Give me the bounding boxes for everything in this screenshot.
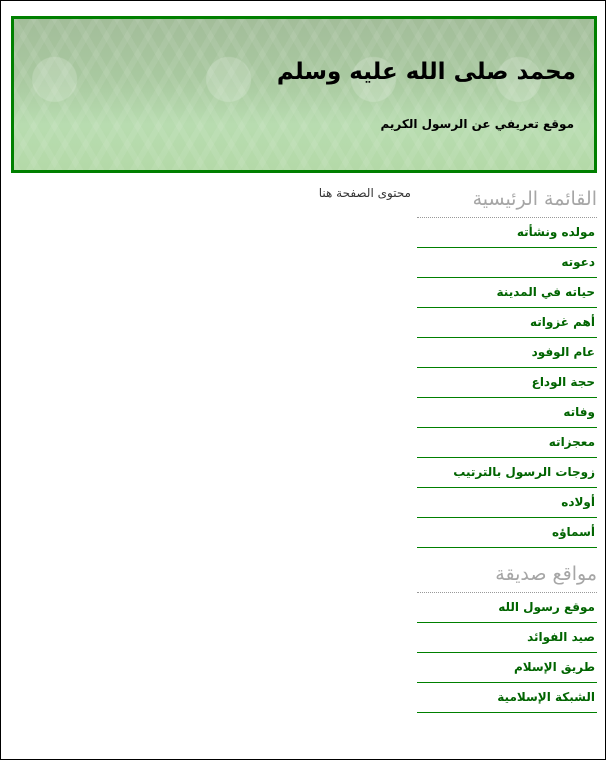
main-menu: مولده ونشأته دعوته حياته في المدينة أهم … bbox=[417, 218, 597, 548]
content-placeholder: محتوى الصفحة هنا bbox=[318, 186, 411, 200]
friend-link-islamweb[interactable]: الشبكة الإسلامية bbox=[417, 683, 597, 712]
friend-link-rasoul-allah[interactable]: موقع رسول الله bbox=[417, 593, 597, 622]
menu-link-wives[interactable]: زوجات الرسول بالترتيب bbox=[417, 458, 597, 487]
menu-item: أسماؤه bbox=[417, 518, 597, 548]
menu-item: الشبكة الإسلامية bbox=[417, 683, 597, 713]
menu-item: طريق الإسلام bbox=[417, 653, 597, 683]
main-content: محتوى الصفحة هنا bbox=[201, 186, 411, 200]
menu-link-delegations[interactable]: عام الوفود bbox=[417, 338, 597, 367]
menu-item: دعوته bbox=[417, 248, 597, 278]
menu-item: مولده ونشأته bbox=[417, 218, 597, 248]
menu-link-dawah[interactable]: دعوته bbox=[417, 248, 597, 277]
menu-link-battles[interactable]: أهم غزواته bbox=[417, 308, 597, 337]
menu-item: حجة الوداع bbox=[417, 368, 597, 398]
sidebar: القائمة الرئيسية مولده ونشأته دعوته حيات… bbox=[417, 184, 597, 713]
menu-item: أولاده bbox=[417, 488, 597, 518]
header-banner: محمد صلى الله عليه وسلم موقع تعريفي عن ا… bbox=[11, 16, 597, 173]
friend-link-islamway[interactable]: طريق الإسلام bbox=[417, 653, 597, 682]
friend-sites-title: مواقع صديقة bbox=[417, 559, 597, 593]
menu-item: صيد الفوائد bbox=[417, 623, 597, 653]
friend-sites-menu: موقع رسول الله صيد الفوائد طريق الإسلام … bbox=[417, 593, 597, 713]
menu-link-madinah[interactable]: حياته في المدينة bbox=[417, 278, 597, 307]
menu-item: عام الوفود bbox=[417, 338, 597, 368]
menu-item: زوجات الرسول بالترتيب bbox=[417, 458, 597, 488]
menu-link-death[interactable]: وفاته bbox=[417, 398, 597, 427]
menu-item: معجزاته bbox=[417, 428, 597, 458]
menu-item: حياته في المدينة bbox=[417, 278, 597, 308]
main-menu-title: القائمة الرئيسية bbox=[417, 184, 597, 218]
site-title: محمد صلى الله عليه وسلم bbox=[276, 59, 576, 85]
friend-link-saaid[interactable]: صيد الفوائد bbox=[417, 623, 597, 652]
menu-link-birth[interactable]: مولده ونشأته bbox=[417, 218, 597, 247]
menu-link-names[interactable]: أسماؤه bbox=[417, 518, 597, 547]
menu-link-children[interactable]: أولاده bbox=[417, 488, 597, 517]
menu-link-farewell-hajj[interactable]: حجة الوداع bbox=[417, 368, 597, 397]
menu-item: وفاته bbox=[417, 398, 597, 428]
menu-item: موقع رسول الله bbox=[417, 593, 597, 623]
menu-link-miracles[interactable]: معجزاته bbox=[417, 428, 597, 457]
page-frame: محمد صلى الله عليه وسلم موقع تعريفي عن ا… bbox=[0, 0, 606, 760]
site-subtitle: موقع تعريفي عن الرسول الكريم bbox=[380, 117, 574, 131]
menu-item: أهم غزواته bbox=[417, 308, 597, 338]
